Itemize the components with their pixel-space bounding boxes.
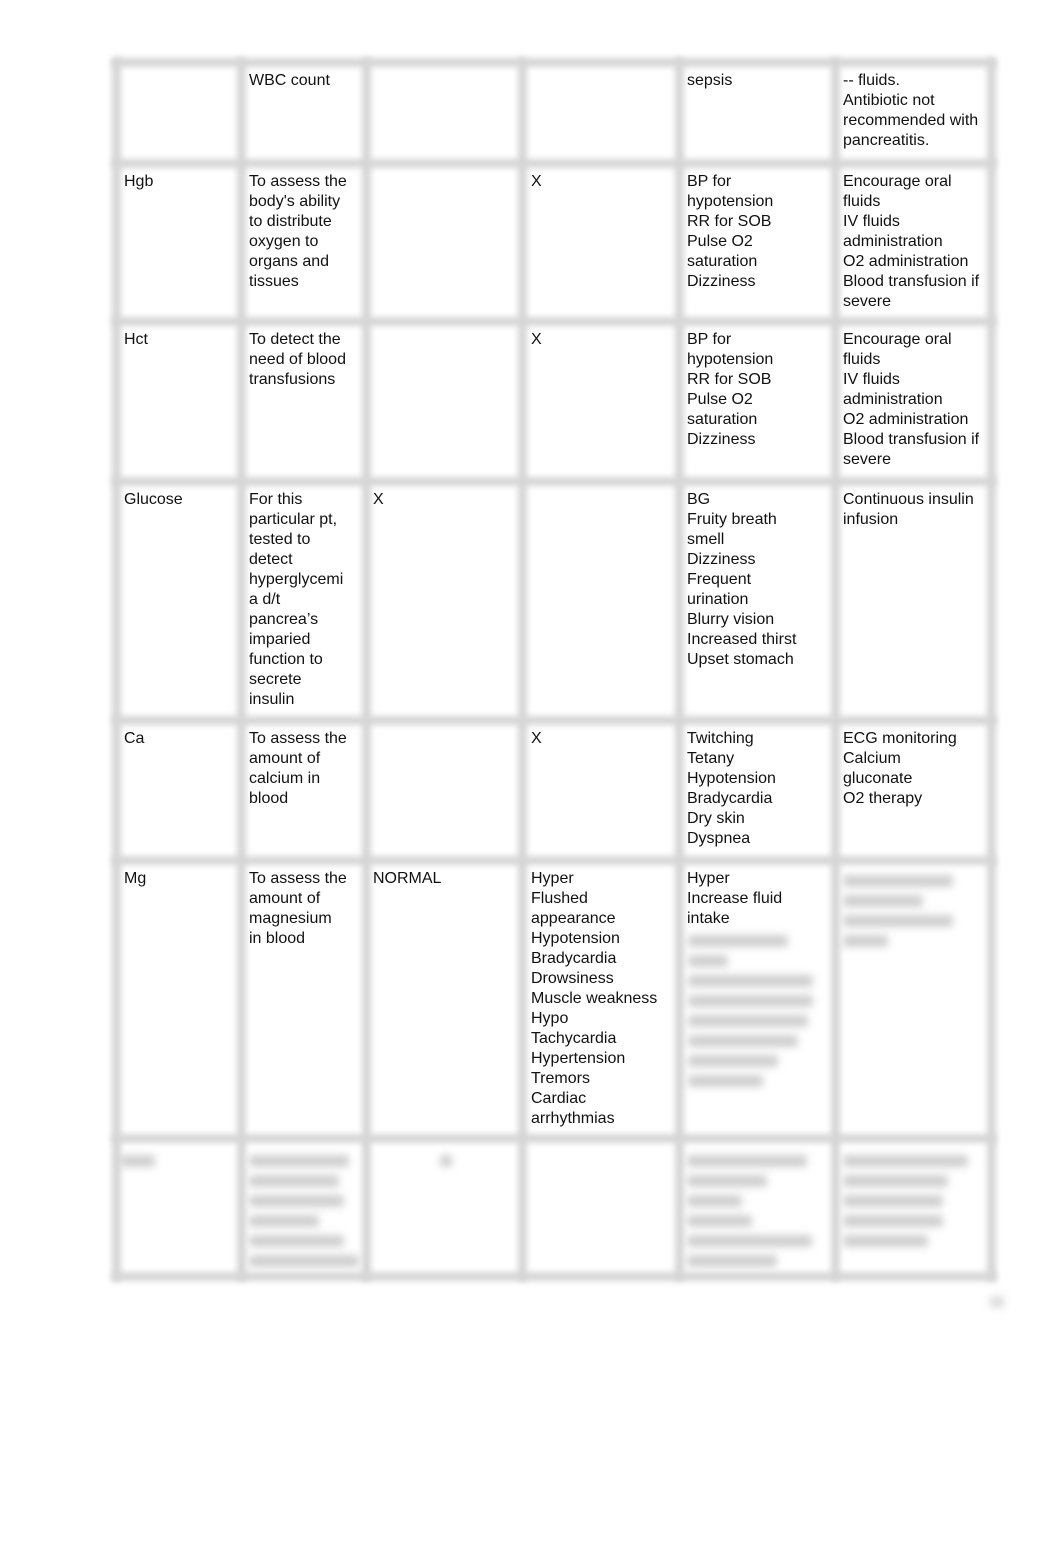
obscured-text	[687, 1175, 767, 1187]
cell-purpose: To detect the need of blood transfusions	[249, 331, 346, 388]
obscured-text	[843, 915, 953, 927]
obscured-text	[843, 935, 888, 947]
obscured-text	[843, 875, 953, 887]
table-row-border	[112, 58, 996, 67]
cell-test: Hct	[124, 331, 148, 348]
table-row-border	[112, 317, 996, 326]
obscured-text	[249, 1155, 349, 1167]
obscured-text	[687, 1235, 812, 1247]
obscured-text	[687, 1155, 807, 1167]
cell-high: X	[373, 491, 384, 508]
cell-assessment: sepsis	[687, 72, 733, 89]
cell-test: Hgb	[124, 173, 154, 190]
cell-test: Glucose	[124, 491, 183, 508]
table-column-border	[518, 58, 527, 1281]
obscured-text	[440, 1155, 452, 1167]
table-column-border	[237, 58, 246, 1281]
obscured-text	[688, 1075, 763, 1087]
table-row-border	[112, 716, 996, 725]
obscured-text	[249, 1255, 359, 1267]
obscured-text	[843, 1175, 948, 1187]
cell-assessment: Twitching Tetany Hypotension Bradycardia…	[687, 730, 776, 847]
cell-intervention: ECG monitoring Calcium gluconate O2 ther…	[843, 730, 957, 807]
cell-assessment: Hyper Increase fluid intake	[687, 870, 783, 927]
obscured-text	[688, 955, 728, 967]
cell-low: Hyper Flushed appearance Hypotension Bra…	[531, 870, 658, 1127]
table-row-border	[112, 159, 996, 168]
obscured-text	[688, 935, 788, 947]
cell-low: X	[531, 730, 542, 747]
cell-high: NORMAL	[373, 870, 442, 887]
page-number-blurred	[990, 1296, 1004, 1308]
cell-assessment: BG Fruity breath smell Dizziness Frequen…	[687, 491, 797, 668]
obscured-text	[687, 1215, 752, 1227]
obscured-text	[843, 1215, 943, 1227]
obscured-text	[249, 1235, 344, 1247]
cell-purpose: WBC count	[249, 72, 330, 89]
cell-purpose: For this particular pt, tested to detect…	[249, 491, 344, 708]
obscured-text	[249, 1175, 339, 1187]
obscured-text	[843, 1235, 928, 1247]
cell-purpose: To assess the amount of magnesium in blo…	[249, 870, 347, 947]
cell-assessment: BP for hypotension RR for SOB Pulse O2 s…	[687, 173, 774, 290]
table-row-border	[112, 856, 996, 865]
table-row-border	[112, 1134, 996, 1143]
cell-assessment: BP for hypotension RR for SOB Pulse O2 s…	[687, 331, 774, 448]
table-column-border	[675, 58, 684, 1281]
cell-low: X	[531, 173, 542, 190]
table-column-border	[362, 58, 371, 1281]
cell-test: Mg	[124, 870, 147, 887]
table-column-border	[987, 58, 996, 1281]
obscured-text	[843, 895, 923, 907]
obscured-text	[120, 1155, 155, 1167]
table-column-border	[112, 58, 121, 1281]
obscured-text	[687, 1255, 777, 1267]
table-column-border	[831, 58, 840, 1281]
obscured-text	[688, 975, 813, 987]
obscured-text	[249, 1195, 344, 1207]
obscured-text	[688, 995, 813, 1007]
cell-purpose: To assess the amount of calcium in blood	[249, 730, 347, 807]
cell-intervention: Encourage oral fluids IV fluids administ…	[843, 331, 980, 468]
table-row-border	[112, 477, 996, 486]
cell-intervention: Encourage oral fluids IV fluids administ…	[843, 173, 980, 310]
cell-intervention: Continuous insulin infusion	[843, 491, 974, 528]
obscured-text	[688, 1035, 798, 1047]
obscured-text	[843, 1195, 943, 1207]
cell-intervention: -- fluids. Antibiotic not recommended wi…	[843, 72, 979, 149]
obscured-text	[249, 1215, 319, 1227]
cell-low: X	[531, 331, 542, 348]
table-row-border	[112, 1272, 996, 1281]
obscured-text	[688, 1055, 778, 1067]
cell-purpose: To assess the body's ability to distribu…	[249, 173, 347, 290]
obscured-text	[688, 1015, 808, 1027]
obscured-text	[843, 1155, 968, 1167]
document-page: WBC count sepsis -- fluids. Antibiotic not…	[0, 0, 1062, 1556]
cell-test: Ca	[124, 730, 145, 747]
obscured-text	[687, 1195, 742, 1207]
